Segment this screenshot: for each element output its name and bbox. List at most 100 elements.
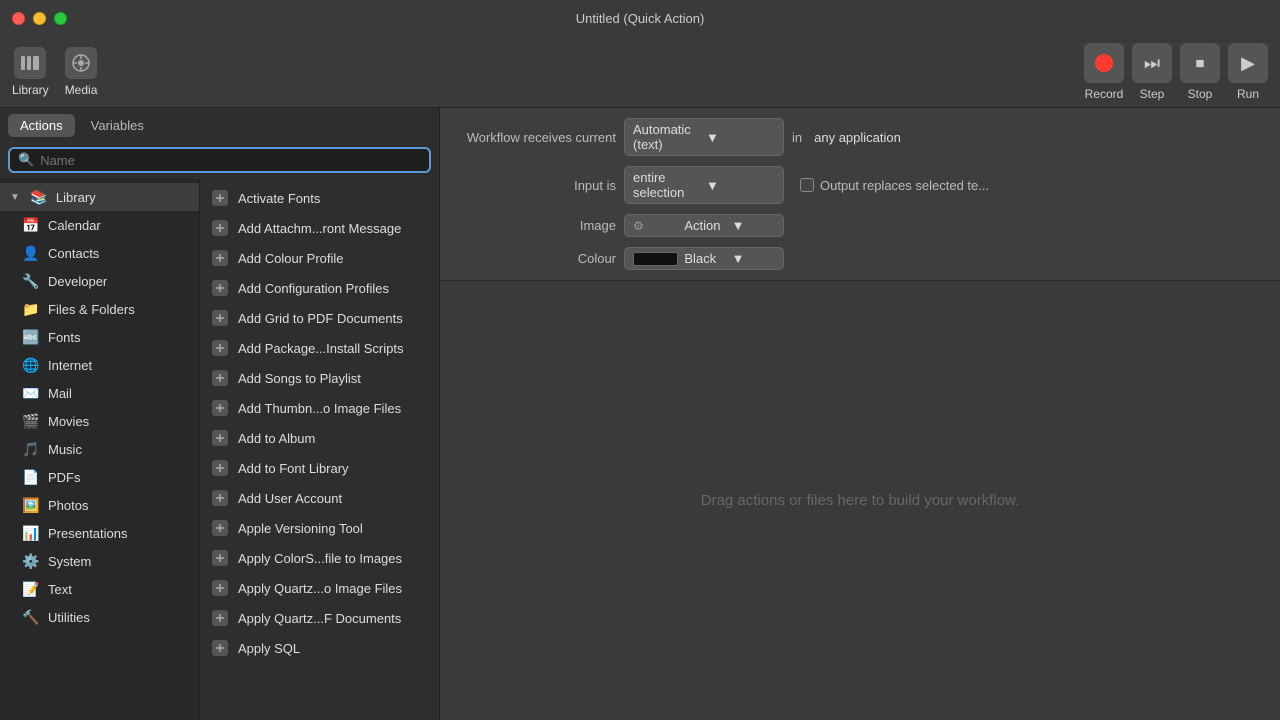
action-item-add-user-account[interactable]: Add User Account (200, 483, 439, 513)
stop-button[interactable]: ⏹ Stop (1180, 43, 1220, 101)
action-icon (210, 188, 230, 208)
action-icon (210, 428, 230, 448)
action-item-apply-sql[interactable]: Apply SQL (200, 633, 439, 663)
action-label: Add Thumbn...o Image Files (238, 401, 401, 416)
window-title: Untitled (Quick Action) (576, 11, 705, 26)
category-icon: 📄 (22, 468, 40, 486)
category-item-contacts[interactable]: 👤 Contacts (0, 239, 199, 267)
tab-actions[interactable]: Actions (8, 114, 75, 137)
window-controls[interactable] (12, 12, 67, 25)
action-item-add-to-album[interactable]: Add to Album (200, 423, 439, 453)
media-button[interactable]: Media (65, 47, 98, 97)
category-item-library[interactable]: ▼📚Library (0, 183, 199, 211)
right-panel: Workflow receives current Automatic (tex… (440, 108, 1280, 720)
category-item-utilities[interactable]: 🔨Utilities (0, 603, 199, 631)
category-item-music[interactable]: 🎵Music (0, 435, 199, 463)
action-label: Add Package...Install Scripts (238, 341, 403, 356)
action-item-apply-quartz-image[interactable]: Apply Quartz...o Image Files (200, 573, 439, 603)
colour-swatch (633, 252, 678, 266)
action-item-add-thumbnail[interactable]: Add Thumbn...o Image Files (200, 393, 439, 423)
action-icon (210, 638, 230, 658)
category-item-photos[interactable]: 🖼️ Photos (0, 491, 199, 519)
category-label: Photos (48, 498, 88, 513)
category-label: Files & Folders (48, 302, 135, 317)
category-label: PDFs (48, 470, 81, 485)
category-item-developer[interactable]: 🔧Developer (0, 267, 199, 295)
minimize-button[interactable] (33, 12, 46, 25)
category-item-calendar[interactable]: 📅Calendar (0, 211, 199, 239)
category-item-fonts[interactable]: 🔤 Fonts (0, 323, 199, 351)
step-icon: ⏭ (1132, 43, 1172, 83)
in-label: in (792, 130, 802, 145)
tabs-bar: Actions Variables (0, 108, 439, 143)
action-icon (210, 548, 230, 568)
input-is-select[interactable]: entire selection ▼ (624, 166, 784, 204)
toolbar: Library Media (0, 38, 1280, 107)
tab-variables[interactable]: Variables (79, 114, 156, 137)
category-item-mail[interactable]: ✉️Mail (0, 379, 199, 407)
category-item-movies[interactable]: 🎬Movies (0, 407, 199, 435)
category-label: Contacts (48, 246, 99, 261)
receives-chevron-icon: ▼ (706, 130, 775, 145)
action-icon (210, 308, 230, 328)
action-item-add-package-scripts[interactable]: Add Package...Install Scripts (200, 333, 439, 363)
category-item-internet[interactable]: 🌐Internet (0, 351, 199, 379)
output-replaces-label: Output replaces selected te... (820, 178, 989, 193)
colour-select[interactable]: Black ▼ (624, 247, 784, 270)
actions-list: Activate Fonts Add Attachm...ront Message… (200, 179, 439, 720)
category-icon: 🖼️ (22, 496, 40, 514)
category-label: Music (48, 442, 82, 457)
action-item-add-attachment[interactable]: Add Attachm...ront Message (200, 213, 439, 243)
receives-label: Workflow receives current (456, 130, 616, 145)
action-item-add-configuration-profiles[interactable]: Add Configuration Profiles (200, 273, 439, 303)
run-button[interactable]: ▶ Run (1228, 43, 1268, 101)
category-item-files-folders[interactable]: 📁 Files & Folders (0, 295, 199, 323)
action-icon (210, 458, 230, 478)
in-app-label: any application (814, 130, 901, 145)
action-item-activate-fonts[interactable]: Activate Fonts (200, 183, 439, 213)
action-label: Apply SQL (238, 641, 300, 656)
library-button[interactable]: Library (12, 47, 49, 97)
category-item-pdfs[interactable]: 📄 PDFs (0, 463, 199, 491)
step-button[interactable]: ⏭ Step (1132, 43, 1172, 101)
action-item-add-songs-playlist[interactable]: Add Songs to Playlist (200, 363, 439, 393)
category-label: Text (48, 582, 72, 597)
action-label: Add User Account (238, 491, 342, 506)
category-item-text[interactable]: 📝Text (0, 575, 199, 603)
image-select[interactable]: ⚙ Action ▼ (624, 214, 784, 237)
action-label: Apply Quartz...o Image Files (238, 581, 402, 596)
action-label: Add to Album (238, 431, 315, 446)
image-chevron-icon: ▼ (732, 218, 775, 233)
category-label: Internet (48, 358, 92, 373)
action-label: Activate Fonts (238, 191, 320, 206)
colour-label: Colour (456, 251, 616, 266)
search-icon: 🔍 (18, 152, 34, 168)
close-button[interactable] (12, 12, 25, 25)
action-item-add-colour-profile[interactable]: Add Colour Profile (200, 243, 439, 273)
action-item-apply-colors-images[interactable]: Apply ColorS...file to Images (200, 543, 439, 573)
category-icon: 📁 (22, 300, 40, 318)
maximize-button[interactable] (54, 12, 67, 25)
action-icon (210, 578, 230, 598)
category-label: Fonts (48, 330, 81, 345)
workflow-drop-area[interactable]: Drag actions or files here to build your… (440, 281, 1280, 720)
action-item-apple-versioning[interactable]: Apple Versioning Tool (200, 513, 439, 543)
category-item-system[interactable]: ⚙️System (0, 547, 199, 575)
action-item-add-to-font-library[interactable]: Add to Font Library (200, 453, 439, 483)
action-icon (210, 518, 230, 538)
category-label: Movies (48, 414, 89, 429)
action-label: Add Colour Profile (238, 251, 344, 266)
record-button[interactable]: Record (1084, 43, 1124, 101)
category-item-presentations[interactable]: 📊Presentations (0, 519, 199, 547)
search-input[interactable] (40, 153, 421, 168)
action-icon (210, 338, 230, 358)
category-label: Developer (48, 274, 107, 289)
output-replaces-checkbox[interactable] (800, 178, 814, 192)
category-icon: 🔤 (22, 328, 40, 346)
category-icon: 👤 (22, 244, 40, 262)
action-item-add-grid-pdf[interactable]: Add Grid to PDF Documents (200, 303, 439, 333)
image-label: Image (456, 218, 616, 233)
action-item-apply-quartz-docs[interactable]: Apply Quartz...F Documents (200, 603, 439, 633)
receives-select[interactable]: Automatic (text) ▼ (624, 118, 784, 156)
input-is-label: Input is (456, 178, 616, 193)
